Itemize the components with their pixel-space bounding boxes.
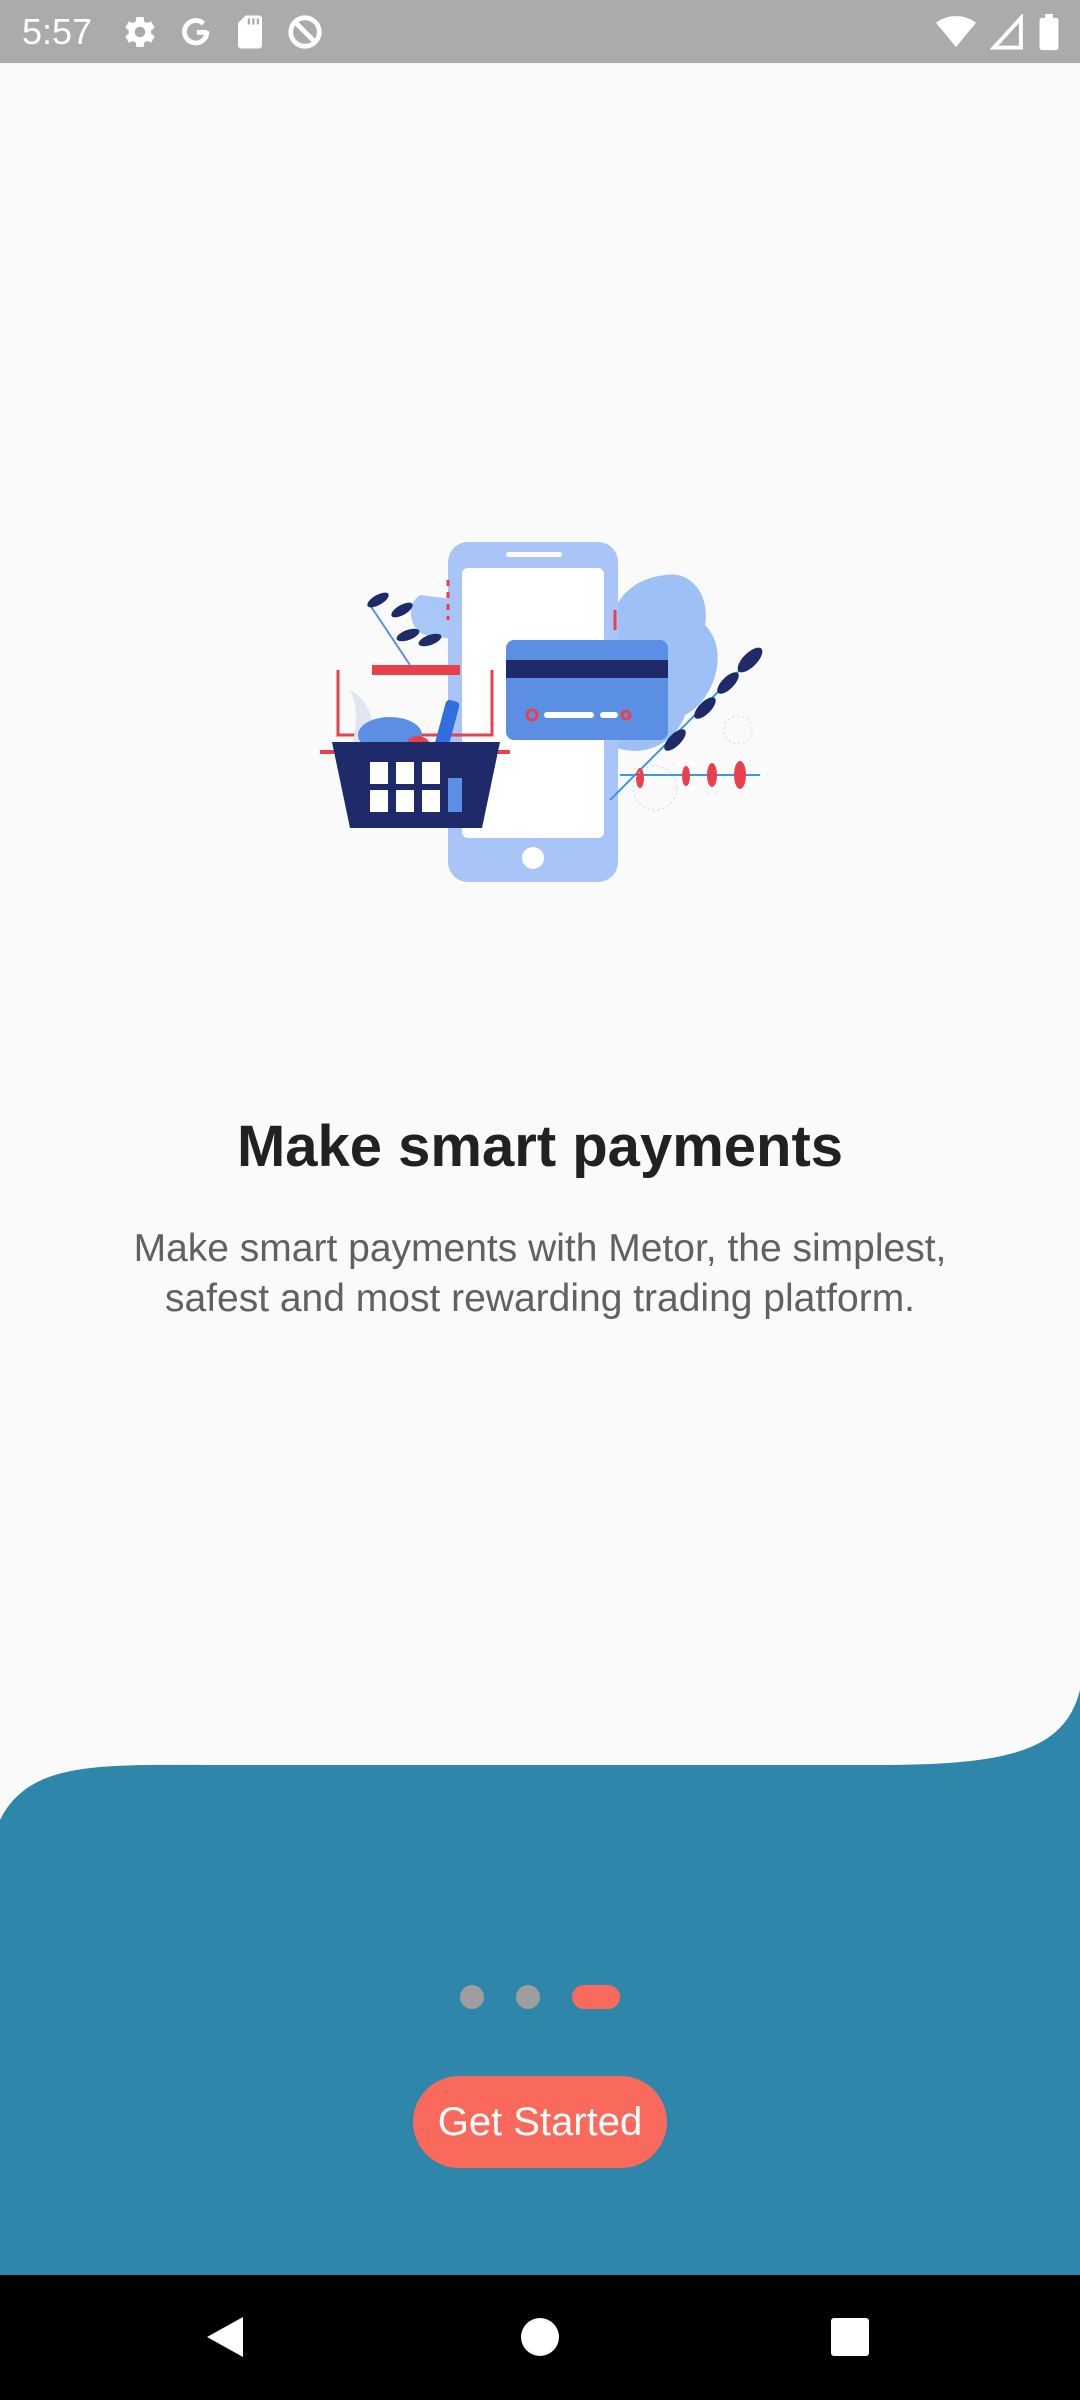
status-icons-left	[122, 12, 324, 52]
battery-icon	[1038, 13, 1060, 51]
onboarding-description: Make smart payments with Metor, the simp…	[133, 1227, 947, 1320]
cell-signal-icon	[990, 14, 1024, 50]
status-bar: 5:57	[0, 0, 1080, 63]
page-dot-3-active[interactable]	[572, 1985, 620, 2009]
home-circle-icon	[521, 2318, 559, 2356]
data-saver-icon	[286, 13, 324, 51]
google-icon	[178, 14, 214, 50]
recents-button[interactable]	[818, 2305, 882, 2369]
recents-square-icon	[831, 2318, 869, 2356]
sd-card-icon	[234, 14, 266, 50]
get-started-button[interactable]: Get Started	[413, 2076, 667, 2168]
home-button[interactable]	[508, 2305, 572, 2369]
back-button[interactable]	[193, 2305, 257, 2369]
onboarding-title: Make smart payments	[236, 1114, 844, 1179]
gear-icon	[122, 14, 158, 50]
wifi-icon	[936, 14, 976, 50]
page-dot-2[interactable]	[516, 1985, 540, 2009]
page-dot-1[interactable]	[460, 1985, 484, 2009]
navigation-bar	[0, 2275, 1080, 2400]
back-triangle-icon	[207, 2317, 243, 2357]
status-time: 5:57	[22, 11, 93, 52]
onboarding-screen: 5:57 Make smart payments Make smart paym…	[0, 0, 1080, 2400]
status-icons-right	[936, 12, 1060, 52]
wave-background	[0, 1690, 1080, 2275]
payment-illustration	[320, 542, 763, 882]
page-indicator	[0, 1985, 1080, 2009]
